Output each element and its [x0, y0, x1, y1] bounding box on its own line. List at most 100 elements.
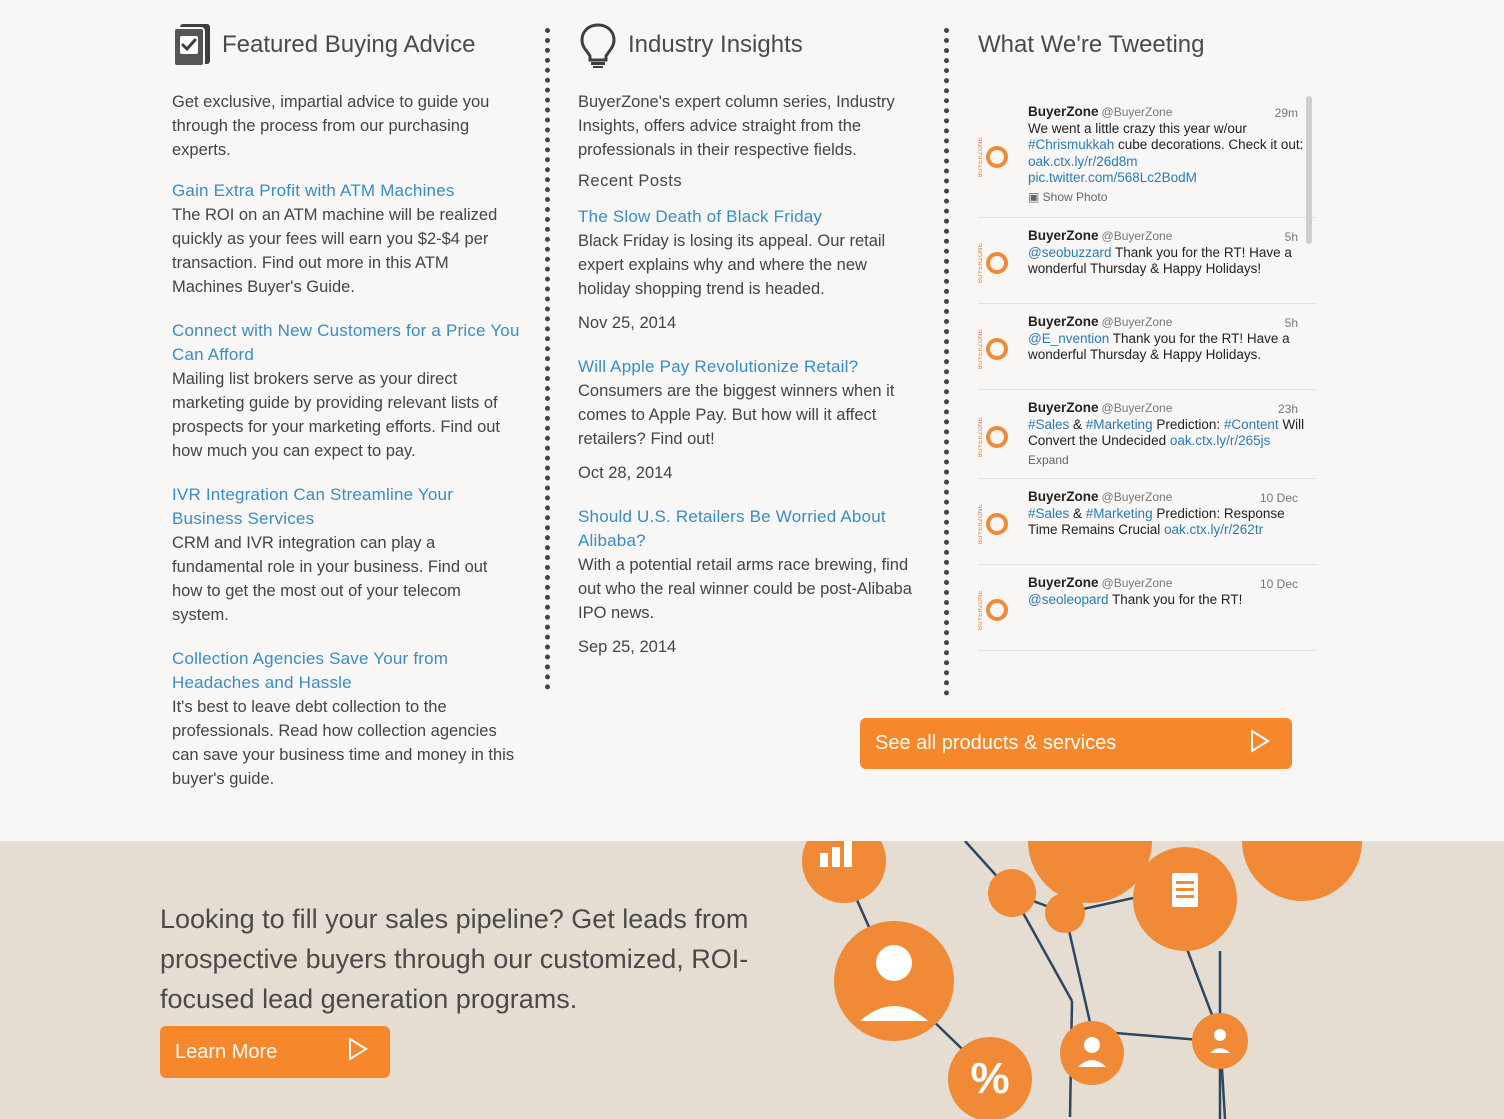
buyerzone-ring-icon: [986, 599, 1008, 622]
featured-buying-advice-column: Featured Buying Advice Get exclusive, im…: [172, 0, 522, 811]
checkbox-book-icon: [172, 22, 212, 68]
tweet-author-name[interactable]: BuyerZone: [1028, 104, 1099, 119]
tweet-link[interactable]: @seobuzzard: [1028, 245, 1112, 260]
tweet-timestamp[interactable]: 23h: [1278, 402, 1298, 416]
tweet-link[interactable]: @E_nvention: [1028, 331, 1109, 346]
avatar[interactable]: BUYERZONE: [978, 400, 1028, 468]
featured-article-list: Gain Extra Profit with ATM Machines The R…: [172, 179, 522, 791]
buyerzone-logo-text: BUYERZONE: [978, 416, 984, 458]
tweet-author-handle[interactable]: @BuyerZone: [1102, 229, 1173, 243]
tweet-text: We went a little crazy this year w/our #…: [1028, 121, 1306, 187]
buyerzone-logo-text: BUYERZONE: [978, 137, 984, 178]
featured-article-link[interactable]: Connect with New Customers for a Price Y…: [172, 319, 522, 367]
tweet-author-handle[interactable]: @BuyerZone: [1102, 576, 1173, 590]
tweet-link[interactable]: #Sales: [1028, 417, 1069, 432]
tweet-header: BuyerZone @BuyerZone: [1028, 104, 1306, 121]
tweet-author-handle[interactable]: @BuyerZone: [1102, 401, 1173, 415]
buyerzone-ring-icon: [986, 252, 1008, 275]
tweet-author-name[interactable]: BuyerZone: [1028, 489, 1099, 504]
tweet-text: @E_nvention Thank you for the RT! Have a…: [1028, 331, 1306, 364]
tweet-author-handle[interactable]: @BuyerZone: [1102, 315, 1173, 329]
tweet-author-handle[interactable]: @BuyerZone: [1102, 490, 1173, 504]
tweet-text: @seobuzzard Thank you for the RT! Have a…: [1028, 245, 1306, 278]
tweet-link[interactable]: #Chrismukkah: [1028, 137, 1114, 152]
buyerzone-ring-icon: [986, 513, 1008, 536]
buyerzone-logo: BUYERZONE: [978, 504, 1008, 545]
tweet-text-segment: We went a little crazy this year w/our: [1028, 120, 1247, 136]
tweet-action[interactable]: ▣ Show Photo: [1028, 189, 1306, 206]
twitter-scrollbar-thumb[interactable]: [1306, 96, 1312, 244]
tweet-link[interactable]: pic.twitter.com/568Lc2BodM: [1028, 170, 1197, 185]
tweet-body: BuyerZone @BuyerZone @E_nvention Thank you…: [1028, 314, 1306, 379]
tweet-timestamp[interactable]: 5h: [1285, 230, 1298, 244]
tweet-link[interactable]: oak.ctx.ly/r/26d8m: [1028, 154, 1138, 169]
see-all-products-button[interactable]: See all products & services: [860, 718, 1292, 769]
tweet-link[interactable]: #Marketing: [1086, 506, 1153, 521]
avatar[interactable]: BUYERZONE: [978, 314, 1028, 379]
insights-heading-text: Industry Insights: [628, 31, 803, 58]
tweet-author-name[interactable]: BuyerZone: [1028, 400, 1099, 415]
featured-article-link[interactable]: Collection Agencies Save Your from Heada…: [172, 647, 522, 695]
buyerzone-logo: BUYERZONE: [978, 329, 1008, 370]
tweet-link[interactable]: @seoleopard: [1028, 592, 1109, 607]
tweet-text-segment: Prediction:: [1152, 416, 1224, 432]
column-divider: [944, 28, 949, 696]
tweet-action-label: Expand: [1028, 452, 1069, 467]
tweet-link[interactable]: oak.ctx.ly/r/265js: [1170, 433, 1271, 448]
tweet-text: #Sales & #Marketing Prediction: #Content…: [1028, 417, 1306, 450]
avatar[interactable]: BUYERZONE: [978, 228, 1028, 293]
recent-post-link[interactable]: The Slow Death of Black Friday: [578, 205, 918, 229]
insights-intro: BuyerZone's expert column series, Indust…: [578, 93, 895, 159]
buyerzone-ring-icon: [986, 425, 1008, 448]
recent-post-link[interactable]: Will Apple Pay Revolutionize Retail?: [578, 355, 918, 379]
tweet-body: BuyerZone @BuyerZone We went a little craz…: [1028, 104, 1306, 205]
tweet-link[interactable]: #Marketing: [1086, 417, 1153, 432]
content-section: Featured Buying Advice Get exclusive, im…: [0, 0, 1504, 841]
buyerzone-logo-text: BUYERZONE: [978, 243, 984, 284]
tweet-body: BuyerZone @BuyerZone #Sales & #Marketing P…: [1028, 400, 1306, 468]
buyerzone-logo: BUYERZONE: [978, 417, 1008, 457]
learn-more-button[interactable]: Learn More: [160, 1026, 390, 1078]
avatar[interactable]: BUYERZONE: [978, 489, 1028, 554]
tweet-action-label: Show Photo: [1042, 189, 1108, 204]
play-arrow-icon: [348, 1037, 368, 1067]
buyerzone-logo: BUYERZONE: [978, 243, 1008, 284]
tweet-item: BUYERZONE BuyerZone @BuyerZone @seoleopard …: [978, 565, 1316, 651]
recent-posts-label: Recent Posts: [578, 172, 683, 190]
recent-post-link[interactable]: Should U.S. Retailers Be Worried About A…: [578, 505, 918, 553]
tweet-text-segment: cube decorations. Check it out:: [1114, 137, 1304, 152]
featured-article-link[interactable]: Gain Extra Profit with ATM Machines: [172, 179, 522, 203]
recent-posts-list: The Slow Death of Black Friday Black Frid…: [578, 205, 918, 659]
tweet-item: BUYERZONE BuyerZone @BuyerZone #Sales & #Ma…: [978, 390, 1316, 479]
avatar[interactable]: BUYERZONE: [978, 104, 1028, 205]
tweet-body: BuyerZone @BuyerZone @seobuzzard Thank you…: [1028, 228, 1306, 293]
tweet-header: BuyerZone @BuyerZone: [1028, 314, 1306, 331]
featured-article: Gain Extra Profit with ATM Machines The R…: [172, 179, 522, 299]
featured-article-description: CRM and IVR integration can play a funda…: [172, 534, 488, 624]
tweet-action[interactable]: Expand: [1028, 452, 1306, 469]
tweet-timestamp[interactable]: 29m: [1275, 106, 1298, 120]
buyerzone-logo: BUYERZONE: [978, 590, 1008, 631]
featured-article-description: The ROI on an ATM machine will be realiz…: [172, 206, 498, 296]
tweet-text: #Sales & #Marketing Prediction: Response…: [1028, 506, 1306, 539]
tweet-link[interactable]: #Sales: [1028, 506, 1069, 521]
tweet-timestamp[interactable]: 10 Dec: [1260, 577, 1298, 591]
tweet-author-name[interactable]: BuyerZone: [1028, 314, 1099, 329]
tweet-author-name[interactable]: BuyerZone: [1028, 575, 1099, 590]
tweet-author-name[interactable]: BuyerZone: [1028, 228, 1099, 243]
featured-article-link[interactable]: IVR Integration Can Streamline Your Busi…: [172, 483, 522, 531]
twitter-timeline[interactable]: BUYERZONE BuyerZone @BuyerZone We went a li…: [978, 94, 1316, 688]
tweeting-column: What We're Tweeting: [978, 0, 1308, 90]
tweet-author-handle[interactable]: @BuyerZone: [1102, 105, 1173, 119]
tweet-link[interactable]: oak.ctx.ly/r/262tr: [1164, 522, 1263, 537]
tweet-timestamp[interactable]: 10 Dec: [1260, 491, 1298, 505]
tweet-item: BUYERZONE BuyerZone @BuyerZone @seobuzzard …: [978, 218, 1316, 304]
tweet-text-segment: Thank you for the RT!: [1108, 591, 1243, 607]
play-arrow-icon: [1250, 728, 1270, 759]
insights-heading: Industry Insights: [578, 0, 918, 90]
avatar[interactable]: BUYERZONE: [978, 575, 1028, 640]
featured-article-description: Mailing list brokers serve as your direc…: [172, 370, 501, 460]
tweet-timestamp[interactable]: 5h: [1285, 316, 1298, 330]
tweet-link[interactable]: #Content: [1224, 417, 1279, 432]
featured-intro: Get exclusive, impartial advice to guide…: [172, 93, 490, 159]
